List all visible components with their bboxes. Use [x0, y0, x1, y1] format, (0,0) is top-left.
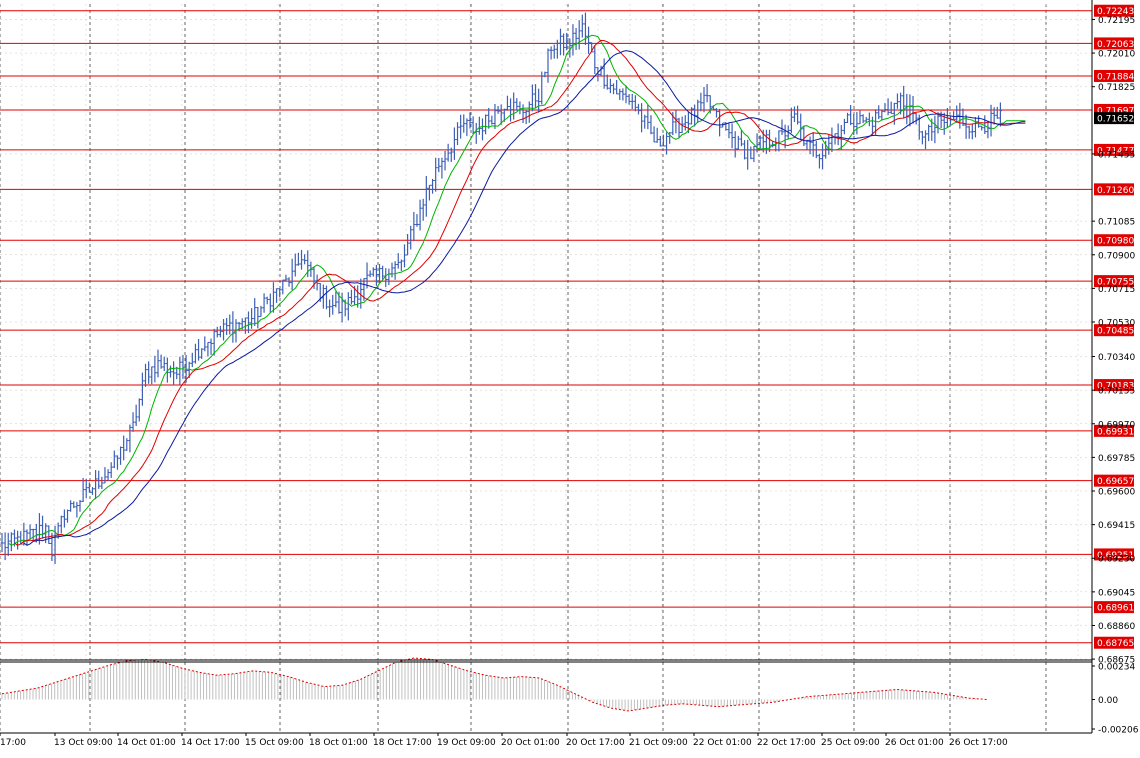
level-label: 0.69657 — [1097, 477, 1134, 487]
time-tick-label: 20 Oct 01:00 — [501, 738, 560, 748]
time-tick-label: 15 Oct 09:00 — [245, 738, 304, 748]
price-tick-label: 0.69415 — [1098, 521, 1135, 531]
price-tick-label: 0.71455 — [1098, 150, 1135, 160]
time-tick-label: 13 Oct 09:00 — [54, 738, 113, 748]
price-tick-label: 0.68675 — [1098, 656, 1135, 666]
time-tick-label: 26 Oct 01:00 — [885, 738, 944, 748]
price-tick-label: 0.70155 — [1098, 387, 1135, 397]
time-tick-label: 22 Oct 01:00 — [693, 738, 752, 748]
price-tick-label: 0.70900 — [1098, 251, 1135, 261]
level-label: 0.71884 — [1097, 72, 1134, 82]
time-tick-label: 20 Oct 17:00 — [566, 738, 625, 748]
price-tick-label: 0.69970 — [1098, 420, 1135, 430]
time-tick-label: 18 Oct 17:00 — [373, 738, 432, 748]
price-tick-label: 0.70530 — [1098, 319, 1135, 329]
forex-price-chart[interactable]: 0.72243 0.72063 0.71884 0.71697 0.71477 0.712… — [0, 0, 1140, 754]
time-tick-label: 21 Oct 09:00 — [629, 738, 688, 748]
time-tick-label: 17:00 — [0, 738, 26, 748]
price-tick-label: 0.71825 — [1098, 83, 1135, 93]
osc-tick-label: 0.00 — [1098, 696, 1118, 706]
osc-tick-label: -0.00206 — [1098, 726, 1139, 736]
level-label: 0.68961 — [1097, 604, 1134, 614]
time-tick-label: 25 Oct 09:00 — [821, 738, 880, 748]
price-tick-label: 0.69045 — [1098, 588, 1135, 598]
current-price-label: 0.71652 — [1097, 115, 1134, 125]
time-tick-label: 26 Oct 17:00 — [949, 738, 1008, 748]
price-tick-label: 0.72195 — [1098, 16, 1135, 26]
price-tick-label: 0.72010 — [1098, 50, 1135, 60]
time-tick-label: 19 Oct 09:00 — [437, 738, 496, 748]
level-label: 0.68765 — [1097, 639, 1134, 649]
price-tick-label: 0.71085 — [1098, 218, 1135, 228]
time-tick-label: 14 Oct 01:00 — [117, 738, 176, 748]
time-tick-label: 18 Oct 01:00 — [309, 738, 368, 748]
price-tick-label: 0.69600 — [1098, 488, 1135, 498]
time-tick-label: 22 Oct 17:00 — [757, 738, 816, 748]
price-tick-label: 0.68860 — [1098, 622, 1135, 632]
chart-canvas[interactable]: 0.722430.720630.718840.716970.714770.712… — [0, 0, 1140, 754]
level-label: 0.72063 — [1097, 40, 1134, 50]
level-label: 0.70980 — [1097, 237, 1134, 247]
price-tick-label: 0.69785 — [1098, 454, 1135, 464]
price-tick-label: 0.69230 — [1098, 555, 1135, 565]
time-tick-label: 14 Oct 17:00 — [181, 738, 240, 748]
level-label: 0.71260 — [1097, 186, 1134, 196]
price-tick-label: 0.70715 — [1098, 285, 1135, 295]
price-tick-label: 0.70340 — [1098, 353, 1135, 363]
